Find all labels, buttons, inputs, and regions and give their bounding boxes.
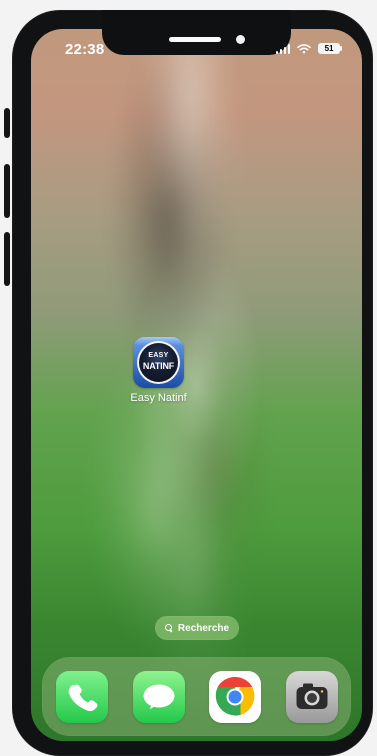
app-icon-top-text: EASY	[148, 352, 169, 359]
messages-app[interactable]	[133, 671, 185, 723]
battery-level-text: 51	[324, 44, 334, 53]
status-icons: 51	[276, 43, 342, 54]
notch	[102, 10, 291, 55]
search-button[interactable]: Recherche	[155, 616, 239, 640]
battery-indicator: 51	[318, 43, 342, 54]
search-label: Recherche	[177, 622, 230, 634]
side-button-middle	[4, 164, 10, 218]
phone-app[interactable]	[56, 671, 108, 723]
easy-natinf-app-label: Easy Natinf	[130, 392, 187, 404]
easy-natinf-app-icon[interactable]: EASY NATINF	[133, 337, 184, 388]
front-camera-dot	[236, 35, 245, 44]
status-time: 22:38	[65, 41, 105, 58]
camera-app[interactable]	[286, 671, 338, 723]
signal-icon	[276, 43, 290, 54]
phone-icon	[68, 684, 98, 712]
wifi-icon	[297, 43, 311, 54]
stage: 22:38 51 EASY NATINF Easy Natinf Recherc…	[0, 0, 377, 756]
side-button-top	[4, 108, 10, 138]
messages-icon	[143, 684, 175, 710]
side-button-bottom	[4, 232, 10, 286]
chrome-app[interactable]	[209, 671, 261, 723]
speaker-grille	[169, 37, 221, 42]
camera-icon	[296, 683, 328, 709]
app-icon-bottom-text: NATINF	[142, 361, 175, 371]
chrome-icon	[215, 677, 255, 717]
search-icon	[164, 624, 173, 632]
